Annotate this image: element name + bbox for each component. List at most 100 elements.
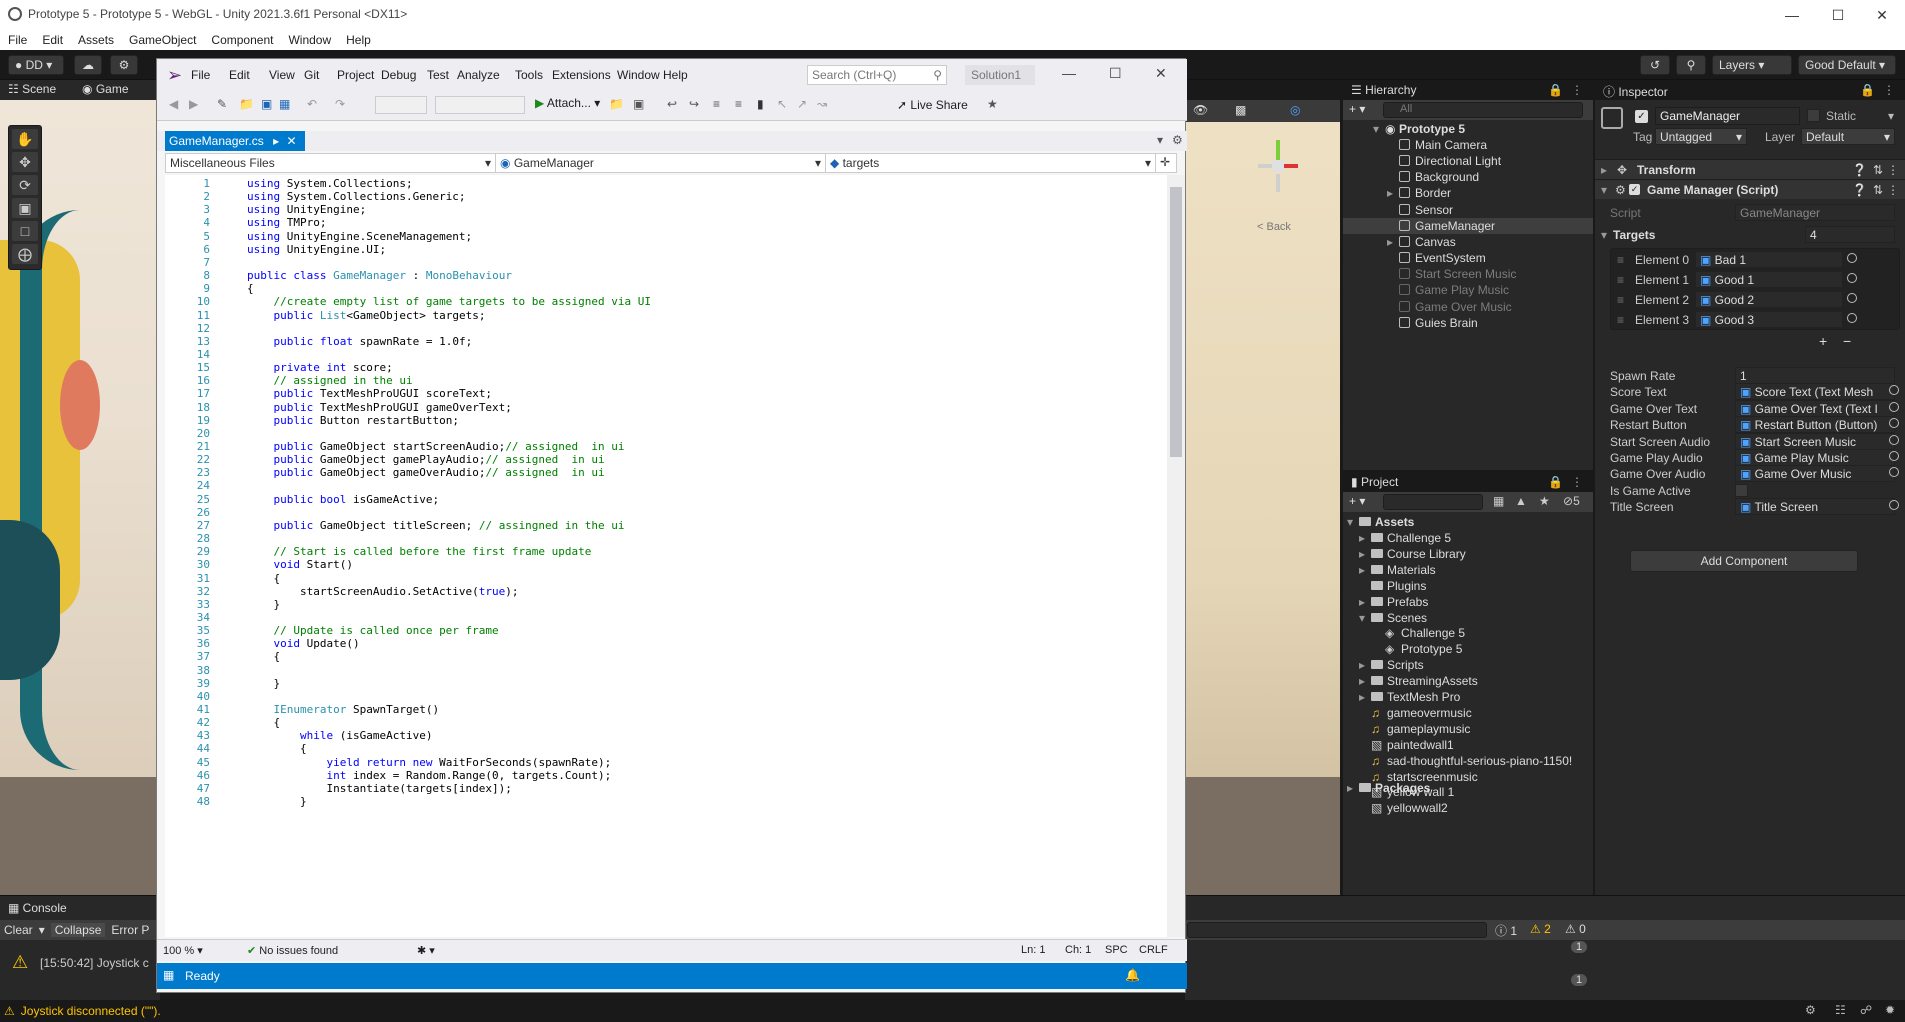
code-line[interactable]: { [247, 716, 280, 729]
vs-menu-debug[interactable]: Debug [381, 68, 416, 82]
hierarchy-item[interactable]: Game Over Music [1343, 299, 1593, 315]
project-item[interactable]: ▸ Prefabs [1343, 594, 1593, 610]
hierarchy-item[interactable]: EventSystem [1343, 250, 1593, 266]
target-element-row[interactable]: ≡ Element 3 ▣ Good 3 [1595, 310, 1905, 330]
scene-gizmo[interactable] [1258, 140, 1298, 200]
project-item[interactable]: ▸ Course Library [1343, 546, 1593, 562]
back-icon[interactable]: ◀ [169, 97, 178, 111]
code-editor[interactable]: 1 using System.Collections; 2 using System.… [165, 175, 1167, 937]
drag-handle-icon[interactable]: ≡ [1617, 293, 1624, 307]
code-line[interactable]: while (isGameActive) [247, 729, 432, 742]
drag-handle-icon[interactable]: ≡ [1617, 253, 1624, 267]
console-tab[interactable]: ▦ Console [8, 901, 67, 915]
target-object-field[interactable]: ▣ Good 1 [1695, 271, 1843, 288]
code-line[interactable]: using TMPro; [247, 216, 326, 229]
code-line[interactable]: public GameObject gamePlayAudio;// assig… [247, 453, 605, 466]
object-picker-icon[interactable] [1847, 253, 1857, 263]
layout-dropdown[interactable]: Good Default ▾ [1798, 55, 1896, 75]
issues-indicator[interactable]: ✔ No issues found [247, 944, 338, 957]
account-dropdown[interactable]: ● DD ▾ [8, 55, 64, 75]
project-search-input[interactable] [1383, 494, 1483, 510]
presets-icon[interactable]: ⇅ [1873, 163, 1883, 177]
code-line[interactable]: public GameObject startScreenAudio;// as… [247, 440, 625, 453]
more-options-icon[interactable]: ⋮ [1887, 183, 1899, 197]
is-game-active-checkbox[interactable] [1735, 483, 1748, 497]
close-tab-icon[interactable]: ✕ [286, 134, 296, 148]
code-line[interactable]: // assigned in the ui [247, 374, 413, 387]
project-item[interactable]: ▸ Challenge 5 [1343, 530, 1593, 546]
vs-menu-file[interactable]: File [191, 68, 210, 82]
remove-element-button[interactable]: − [1843, 333, 1851, 349]
expand-arrow-icon[interactable]: ▸ [1347, 781, 1353, 795]
menu-assets[interactable]: Assets [78, 33, 114, 47]
code-line[interactable]: public class GameManager : MonoBehaviour [247, 269, 512, 282]
next-bookmark-icon[interactable]: ↗ [797, 97, 807, 111]
object-name-input[interactable]: GameManager [1655, 107, 1800, 125]
project-item[interactable]: ▧ yellowwall2 [1343, 800, 1593, 816]
history-icon[interactable]: ↺ [1640, 55, 1670, 75]
visibility-icon[interactable]: 👁 [1193, 103, 1208, 117]
project-item[interactable]: ▾ Scenes [1343, 610, 1593, 626]
scene-back-label[interactable]: < Back [1257, 221, 1291, 233]
tag-dropdown[interactable]: Untagged ▾ [1655, 128, 1747, 145]
close-icon[interactable]: ✕ [1155, 65, 1167, 82]
console-entry[interactable]: [15:50:42] Joystick c [40, 956, 149, 970]
rect-tool-icon[interactable]: □ [12, 221, 38, 241]
code-line[interactable]: public List<GameObject> targets; [247, 309, 486, 322]
hierarchy-item[interactable]: GameManager [1343, 217, 1593, 234]
scale-tool-icon[interactable]: ▣ [12, 198, 38, 218]
code-line[interactable]: using UnityEngine.SceneManagement; [247, 230, 472, 243]
hierarchy-item[interactable]: Sensor [1343, 202, 1593, 218]
filter-label-icon[interactable]: ▲ [1515, 494, 1527, 508]
vs-search-input[interactable]: Search (Ctrl+Q) ⚲ [807, 65, 947, 85]
bookmark-icon[interactable]: ▮ [757, 97, 764, 111]
code-line[interactable]: yield return new WaitForSeconds(spawnRat… [247, 756, 611, 769]
layer-dropdown[interactable]: Default ▾ [1801, 128, 1895, 145]
browse-icon[interactable]: 📁 [609, 97, 624, 111]
screenshot-icon[interactable]: ▣ [633, 97, 644, 111]
expand-arrow-icon[interactable]: ▾ [1601, 183, 1607, 197]
code-line[interactable]: public GameObject gameOverAudio;// assig… [247, 466, 605, 479]
minimize-icon[interactable]: — [1769, 0, 1815, 30]
target-object-field[interactable]: ▣ Bad 1 [1695, 251, 1843, 268]
create-icon[interactable]: + ▾ [1349, 102, 1365, 116]
feedback-icon[interactable]: ★ [987, 97, 998, 111]
vs-menu-git[interactable]: Git [304, 68, 319, 82]
code-line[interactable]: } [247, 795, 307, 808]
code-line[interactable]: startScreenAudio.SetActive(true); [247, 585, 519, 598]
status-message[interactable]: Joystick disconnected (""). [21, 1004, 161, 1018]
favorite-icon[interactable]: ★ [1539, 494, 1550, 508]
drag-handle-icon[interactable]: ≡ [1617, 313, 1624, 327]
expand-arrow-icon[interactable]: ▸ [1359, 563, 1365, 577]
targets-size-input[interactable]: 4 [1805, 226, 1895, 243]
collab-icon[interactable]: ⚙ [110, 55, 138, 75]
more-options-icon[interactable]: ⋮ [1571, 475, 1583, 489]
object-picker-icon[interactable] [1889, 434, 1899, 445]
presets-icon[interactable]: ⇅ [1873, 183, 1883, 197]
hierarchy-root[interactable]: ▾ ◉ Prototype 5 [1343, 121, 1593, 137]
undo-icon[interactable]: ↶ [307, 97, 317, 111]
object-field[interactable]: ▣ Title Screen [1735, 498, 1895, 516]
progress-icon[interactable]: ✹ [1885, 1003, 1895, 1017]
code-line[interactable]: public float spawnRate = 1.0f; [247, 335, 473, 348]
code-line[interactable]: IEnumerator SpawnTarget() [247, 703, 440, 716]
project-item[interactable]: ▸ Materials [1343, 562, 1593, 578]
expand-arrow-icon[interactable]: ▸ [1359, 690, 1365, 704]
close-icon[interactable]: ✕ [1859, 0, 1905, 30]
tab-scene[interactable]: ☷ Scene [8, 82, 56, 96]
object-picker-icon[interactable] [1889, 401, 1899, 412]
split-icon[interactable]: ✛ [1160, 155, 1170, 169]
config-dropdown[interactable] [375, 96, 427, 114]
expand-arrow-icon[interactable]: ▸ [1359, 595, 1365, 609]
scroll-thumb[interactable] [1170, 187, 1182, 457]
cloud-icon[interactable]: ☁ [74, 55, 102, 75]
vs-menu-tools[interactable]: Tools [515, 68, 543, 82]
target-object-field[interactable]: ▣ Good 2 [1695, 291, 1843, 308]
menu-edit[interactable]: Edit [42, 33, 63, 47]
clear-options-icon[interactable]: ▾ [39, 923, 45, 937]
inspector-field-row[interactable]: Title Screen ▣ Title Screen [1595, 497, 1905, 517]
whitespace-mode[interactable]: SPC [1105, 944, 1128, 956]
console-clear-button[interactable]: Clear [4, 923, 33, 937]
more-options-icon[interactable]: ⋮ [1571, 83, 1583, 97]
menu-file[interactable]: File [8, 33, 27, 47]
